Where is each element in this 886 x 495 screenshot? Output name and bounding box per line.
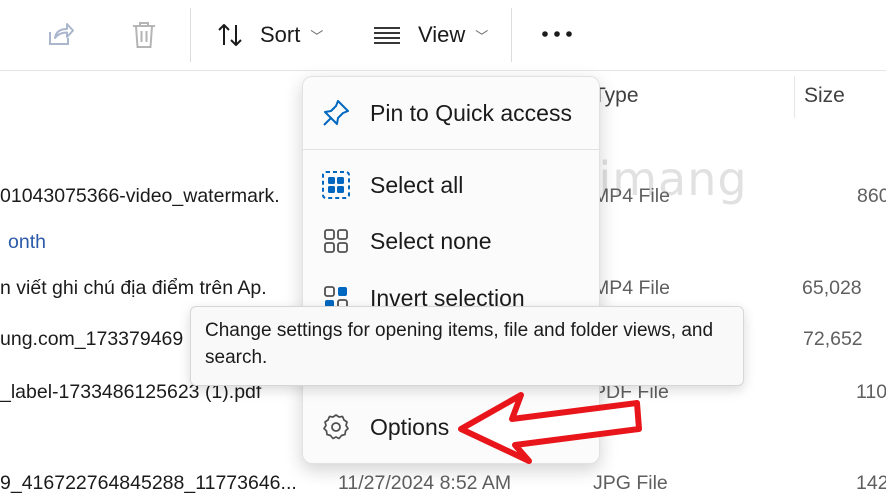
view-list-icon (374, 27, 400, 44)
view-label: View (418, 22, 466, 47)
share-button[interactable] (46, 20, 74, 48)
trash-icon (133, 22, 155, 48)
file-type: MP4 File (593, 277, 670, 299)
file-date: 11/27/2024 8:52 AM (338, 472, 512, 494)
gear-icon (321, 412, 351, 442)
file-name[interactable]: n viết ghi chú địa điểm trên Ap. (0, 277, 267, 300)
file-size: 72,652 (803, 328, 863, 350)
group-header-month[interactable]: onth (8, 231, 46, 254)
pin-icon (321, 98, 351, 128)
file-size: 65,028 (802, 277, 862, 299)
share-icon (49, 23, 74, 45)
file-name[interactable]: ung.com_173379469 (0, 328, 183, 351)
menu-divider (303, 149, 599, 150)
file-type: MP4 File (593, 185, 670, 207)
more-icon (542, 31, 572, 37)
tooltip-text: Change settings for opening items, file … (205, 320, 714, 368)
chevron-down-icon: ﹀ (310, 28, 324, 44)
file-name[interactable]: 01043075366-video_watermark. (0, 185, 280, 208)
options-tooltip: Change settings for opening items, file … (190, 306, 744, 386)
file-size: 110 (856, 381, 886, 403)
menu-item-label: Pin to Quick access (370, 99, 572, 126)
delete-button[interactable] (130, 20, 158, 50)
file-name[interactable]: 9_416722764845288_11773646... (0, 472, 297, 495)
command-bar: Sort ﹀ View ﹀ (0, 0, 886, 71)
annotation-arrow (458, 392, 642, 464)
toolbar-divider (190, 8, 191, 62)
menu-item-label: Select all (370, 171, 464, 198)
file-type: JPG File (593, 472, 668, 494)
file-size: 142 (856, 472, 886, 494)
menu-item-select-all[interactable]: Select all (311, 159, 591, 211)
column-header-size[interactable]: Size (804, 84, 845, 108)
menu-item-select-none[interactable]: Select none (311, 215, 591, 267)
menu-item-label: Options (370, 413, 450, 440)
see-more-button[interactable] (540, 22, 574, 46)
menu-item-label: Select none (370, 227, 492, 254)
column-divider (794, 76, 795, 118)
sort-icon (218, 24, 242, 46)
select-all-icon (321, 170, 351, 200)
sort-label: Sort (260, 22, 301, 47)
select-none-icon (321, 226, 351, 256)
chevron-down-icon: ﹀ (475, 28, 489, 44)
menu-item-pin-quick-access[interactable]: Pin to Quick access (311, 87, 591, 139)
toolbar-divider (511, 8, 512, 62)
sort-button[interactable]: Sort ﹀ (216, 21, 323, 49)
view-button[interactable]: View ﹀ (372, 21, 488, 49)
file-size: 860 (857, 185, 886, 207)
